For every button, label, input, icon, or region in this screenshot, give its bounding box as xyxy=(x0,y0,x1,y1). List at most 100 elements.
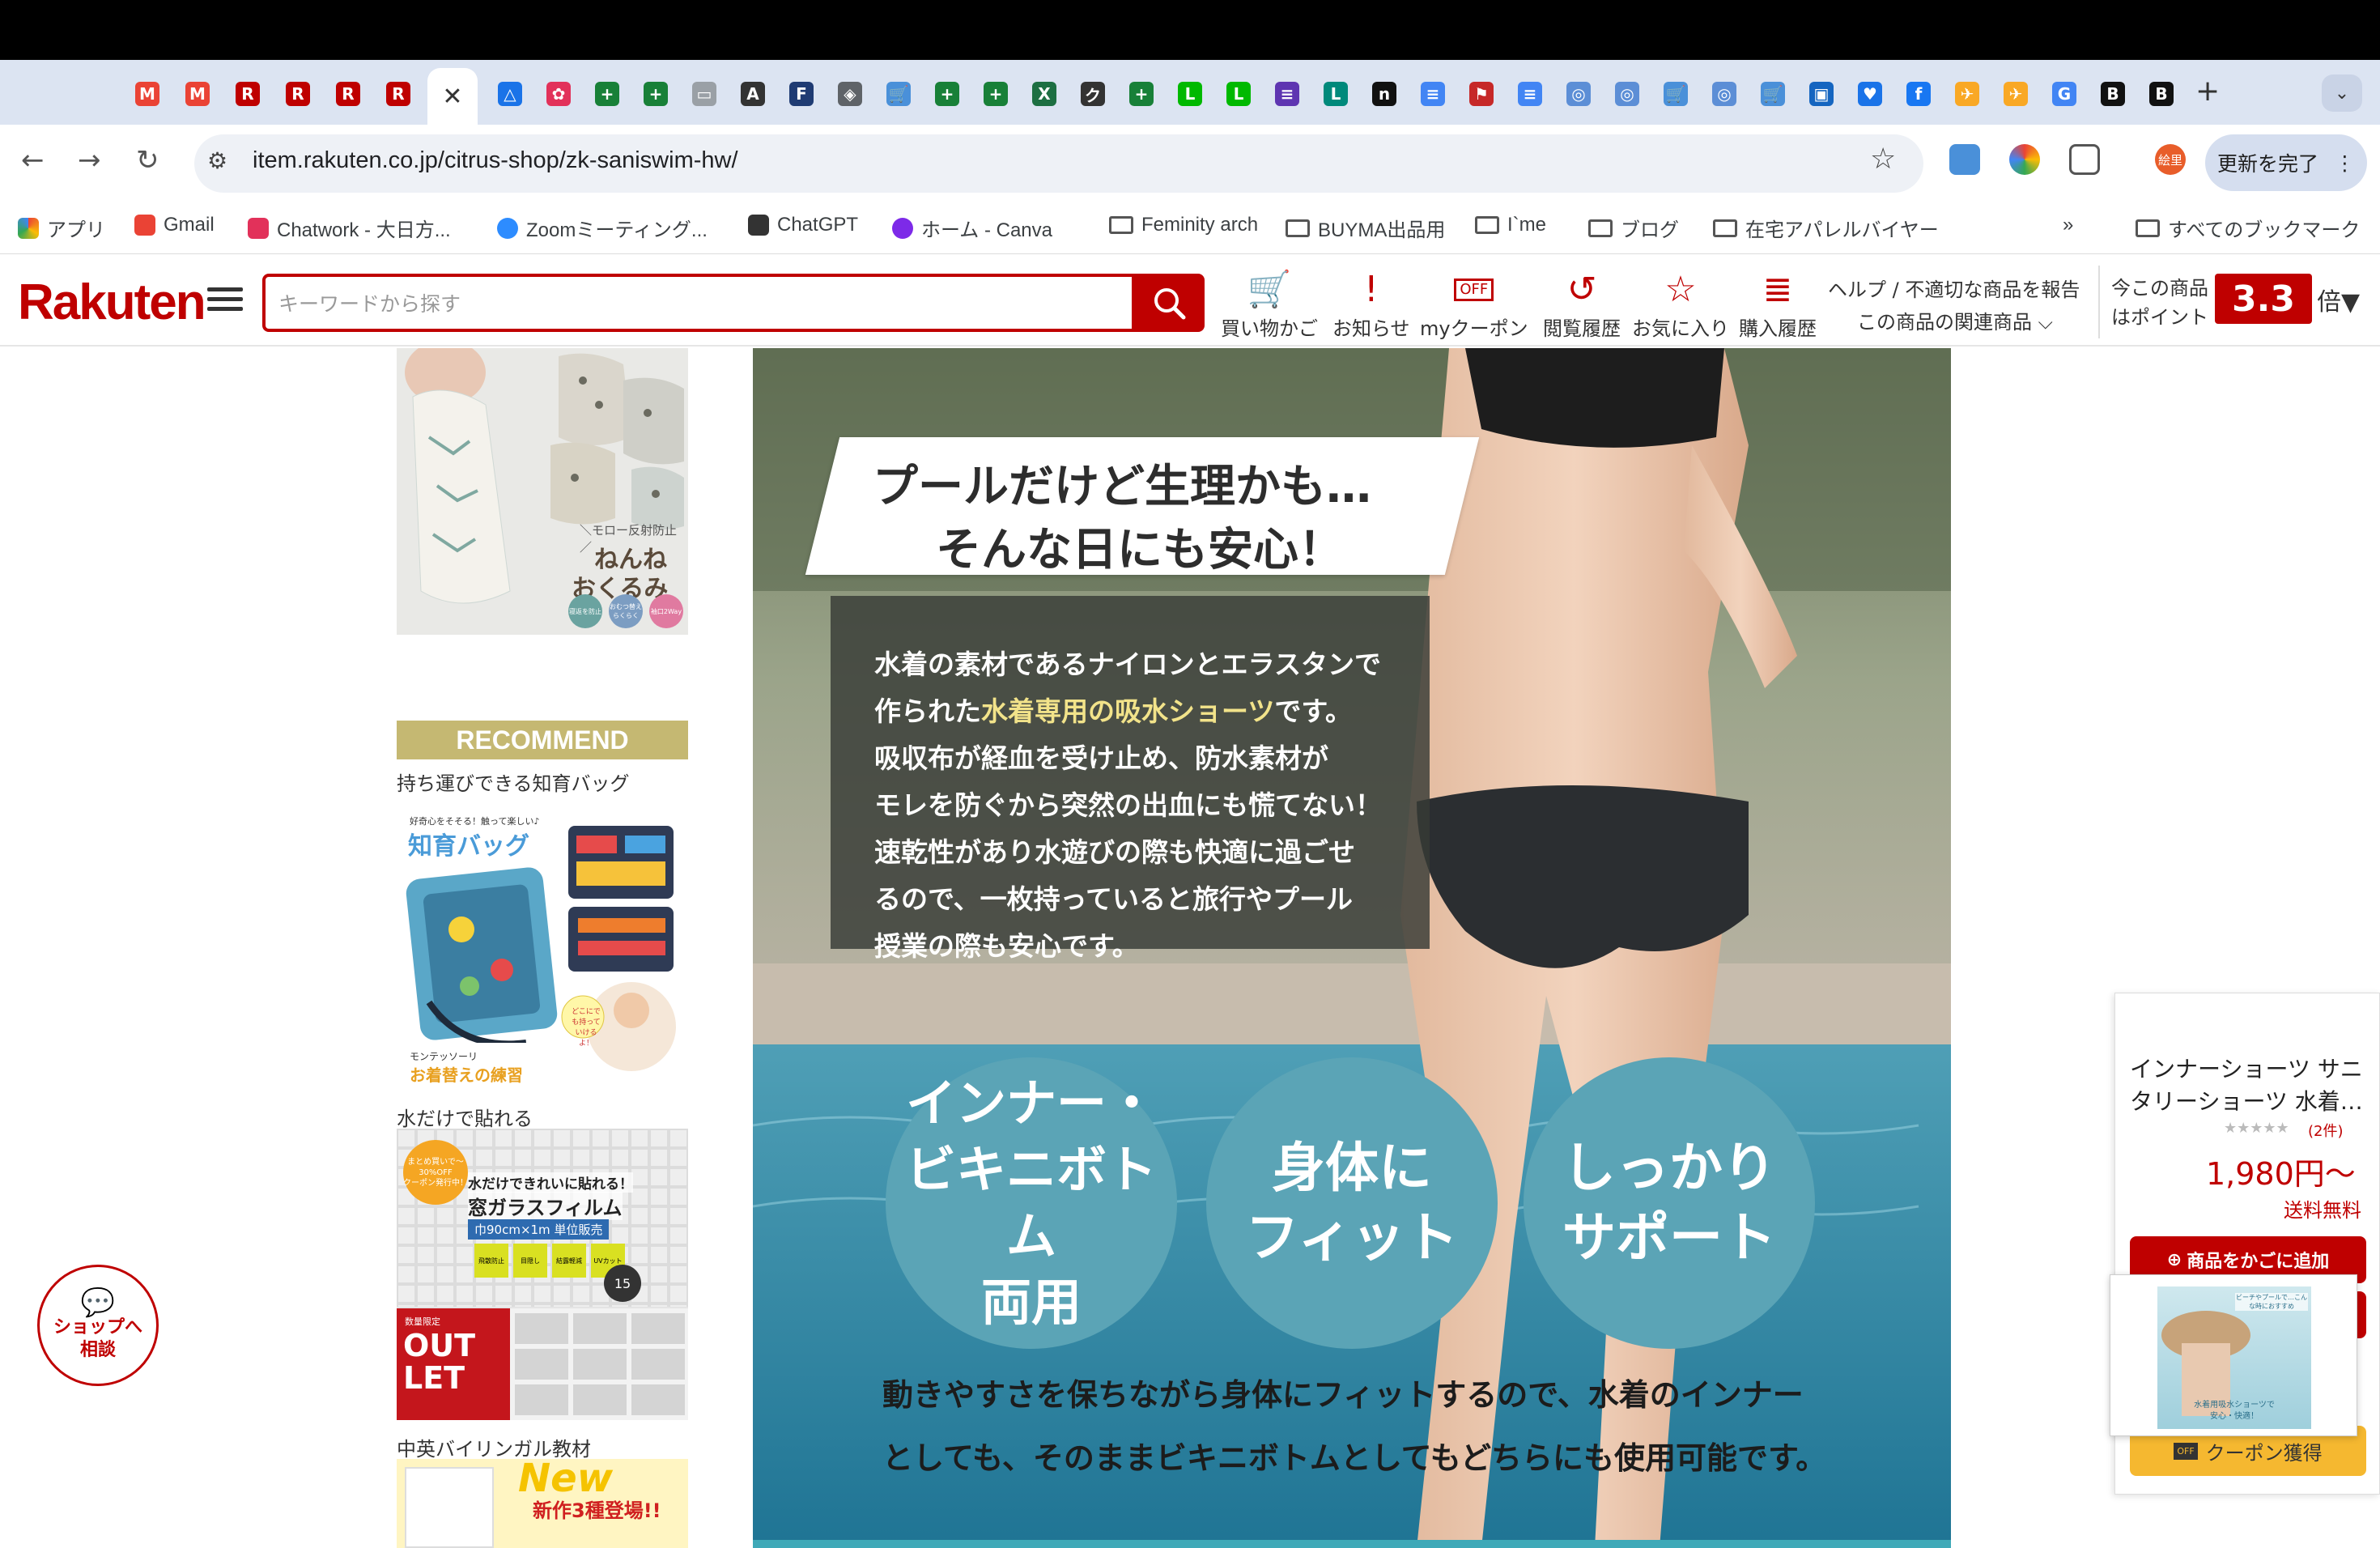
panel-title-1[interactable]: インナーショーツ サニ xyxy=(2130,1052,2363,1084)
panel-title-2[interactable]: タリーショーツ 水着… xyxy=(2130,1084,2363,1116)
browser-tab[interactable]: ◎ xyxy=(1604,73,1650,115)
rakuten-logo[interactable]: Rakuten xyxy=(18,274,206,331)
browser-tab[interactable]: ≡ xyxy=(1264,73,1310,115)
bookmark-item[interactable]: Chatwork - 大日方... xyxy=(248,214,451,242)
browser-tab[interactable]: B xyxy=(2090,73,2136,115)
bookmark-item[interactable]: Feminity arch xyxy=(1109,214,1258,236)
bookmark-item[interactable]: ホーム - Canva xyxy=(892,214,1052,242)
browser-tab[interactable]: ク xyxy=(1070,73,1116,115)
menu-icon[interactable] xyxy=(207,282,243,314)
reload-button[interactable]: ↻ xyxy=(136,144,159,176)
browser-tab[interactable]: ◎ xyxy=(1556,73,1601,115)
browser-tab[interactable]: R xyxy=(275,73,321,115)
header-nav-item[interactable]: ≣ 購入履歴 xyxy=(1739,269,1817,341)
browser-tab[interactable]: R xyxy=(225,73,270,115)
window-film-banner[interactable]: まとめ買いで〜30%OFF クーポン発行中！ 水だけできれいに貼れる！ 窓ガラスフ… xyxy=(397,1129,688,1420)
busy-bag-banner[interactable]: 好奇心をそそる！触って楽しい♪ 知育バッグ どこにでも持っていけるよ！ モンテッ… xyxy=(397,808,688,1085)
bookmark-item[interactable]: Gmail xyxy=(134,214,215,236)
profile-avatar[interactable]: 絵里 xyxy=(2155,144,2186,175)
browser-tab[interactable]: 🛒 xyxy=(1653,73,1698,115)
review-count[interactable]: (2件) xyxy=(2308,1120,2344,1141)
browser-tab[interactable]: + xyxy=(973,73,1018,115)
sidebar-caption[interactable]: 中英バイリンガル教材 xyxy=(397,1433,591,1461)
extensions-puzzle-icon[interactable] xyxy=(2069,144,2100,175)
header-nav-item[interactable]: ☆ お気に入り xyxy=(1632,269,1729,341)
sidebar-swaddle-banner[interactable]: ＼モロー反射防止／ ねんね おくるみ 寝返を防止 おむつ替えらくらく 袖口2Wa… xyxy=(397,348,688,635)
forward-button[interactable]: → xyxy=(78,144,101,176)
browser-tab[interactable]: B xyxy=(2139,73,2184,115)
active-tab-close[interactable]: ✕ xyxy=(427,68,478,125)
browser-tab[interactable]: F xyxy=(779,73,824,115)
header-nav-item[interactable]: OFF myクーポン xyxy=(1420,269,1528,341)
bookmark-item[interactable]: I`me xyxy=(1475,214,1546,236)
related-items-link[interactable]: この商品の関連商品 ⌵ xyxy=(1828,306,2080,338)
browser-tab[interactable]: L xyxy=(1313,73,1358,115)
browser-tab[interactable]: f xyxy=(1896,73,1941,115)
browser-tab[interactable]: 🛒 xyxy=(876,73,921,115)
site-info-icon[interactable]: ⚙ xyxy=(207,147,227,174)
browser-tab[interactable]: M xyxy=(175,73,220,115)
update-button[interactable]: 更新を完了 ⋮ xyxy=(2205,134,2367,191)
shop-consult-button[interactable]: 💬 ショップへ 相談 xyxy=(37,1265,159,1386)
browser-tab[interactable]: L xyxy=(1167,73,1213,115)
browser-tab[interactable]: + xyxy=(633,73,678,115)
search-input[interactable]: キーワードから探す xyxy=(262,274,1135,332)
bookmark-item[interactable]: アプリ xyxy=(18,214,105,242)
back-button[interactable]: ← xyxy=(21,144,45,176)
header-nav-item[interactable]: 🛒 買い物かご xyxy=(1221,269,1318,341)
browser-tab[interactable]: ◎ xyxy=(1702,73,1747,115)
browser-tab[interactable]: ✈ xyxy=(1993,73,2038,115)
tab-search-button[interactable]: ⌄ xyxy=(2322,74,2362,112)
browser-tab[interactable]: + xyxy=(924,73,970,115)
browser-tab[interactable]: ♥ xyxy=(1847,73,1893,115)
browser-tab[interactable]: X xyxy=(1022,73,1067,115)
browser-tab[interactable]: ≡ xyxy=(1507,73,1553,115)
bookmark-star-icon[interactable]: ☆ xyxy=(1870,142,1896,176)
search-button[interactable] xyxy=(1133,274,1205,332)
bookmark-label: 在宅アパレルバイヤー xyxy=(1745,219,1939,241)
bilingual-banner[interactable]: New 新作3種登場!! xyxy=(397,1459,688,1548)
help-report-link[interactable]: ヘルプ / 不適切な商品を報告 xyxy=(1828,274,2080,306)
folder-icon xyxy=(1713,219,1737,237)
header-nav-item[interactable]: ! お知らせ xyxy=(1332,269,1410,341)
folder-icon xyxy=(1588,219,1613,237)
bookmarks-overflow-button[interactable]: » xyxy=(2063,214,2073,236)
browser-tab[interactable]: G xyxy=(2042,73,2087,115)
browser-tab[interactable]: R xyxy=(325,73,371,115)
new-tab-button[interactable]: + xyxy=(2195,74,2220,108)
header-nav-item[interactable]: ↺ 閲覧履歴 xyxy=(1543,269,1621,341)
browser-tab[interactable]: + xyxy=(584,73,630,115)
cart-icon: 🛒 xyxy=(1247,269,1292,310)
browser-tab[interactable]: n xyxy=(1362,73,1407,115)
download-extension-icon[interactable] xyxy=(1949,144,1980,175)
browser-tab[interactable]: R xyxy=(376,73,421,115)
product-main-image[interactable]: プールだけど生理かも… そんな日にも安心！ 水着の素材であるナイロンとエラスタン… xyxy=(753,348,1951,1548)
browser-tab[interactable]: ◈ xyxy=(827,73,873,115)
browser-tab[interactable]: ≡ xyxy=(1410,73,1456,115)
browser-tab[interactable]: ✈ xyxy=(1944,73,1990,115)
color-extension-icon[interactable] xyxy=(2009,144,2040,175)
thumbnail-popup[interactable]: ビーチやプールで…こんな時におすすめ 水着用吸水ショーツで 安心・快適！ xyxy=(2110,1274,2357,1436)
browser-tab[interactable]: ▣ xyxy=(1799,73,1844,115)
points-unit[interactable]: 倍▼ xyxy=(2317,282,2360,317)
bookmark-item[interactable]: BUYMA出品用 xyxy=(1286,214,1445,242)
sidebar-caption[interactable]: 持ち運びできる知育バッグ xyxy=(397,768,630,796)
url-text[interactable]: item.rakuten.co.jp/citrus-shop/zk-sanisw… xyxy=(253,147,738,174)
help-links[interactable]: ヘルプ / 不適切な商品を報告 この商品の関連商品 ⌵ xyxy=(1828,274,2080,338)
close-icon[interactable]: ✕ xyxy=(442,83,462,111)
browser-tab[interactable]: + xyxy=(1119,73,1164,115)
browser-tab[interactable]: L xyxy=(1216,73,1261,115)
bookmark-item[interactable]: ChatGPT xyxy=(748,214,858,236)
browser-tab[interactable]: ✿ xyxy=(536,73,581,115)
bookmark-item[interactable]: 在宅アパレルバイヤー xyxy=(1713,214,1939,242)
all-bookmarks-button[interactable]: すべてのブックマーク xyxy=(2136,214,2360,242)
browser-tab[interactable]: A xyxy=(730,73,776,115)
browser-tab[interactable]: ▭ xyxy=(682,73,727,115)
sidebar-caption[interactable]: 水だけで貼れる xyxy=(397,1103,533,1131)
browser-tab[interactable]: 🛒 xyxy=(1750,73,1796,115)
browser-tab[interactable]: ⚑ xyxy=(1459,73,1504,115)
browser-tab[interactable]: M xyxy=(125,73,170,115)
browser-tab[interactable]: △ xyxy=(487,73,533,115)
bookmark-item[interactable]: Zoomミーティング... xyxy=(497,214,708,242)
bookmark-item[interactable]: ブログ xyxy=(1588,214,1679,242)
